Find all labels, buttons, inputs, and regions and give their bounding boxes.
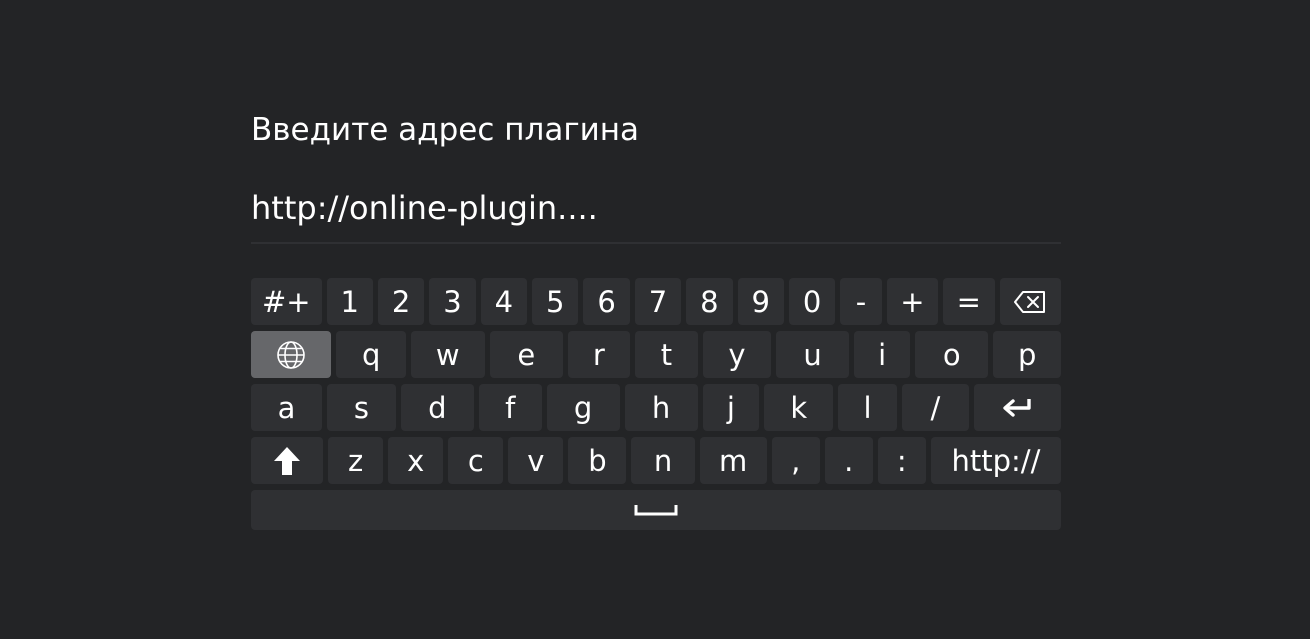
key-minus[interactable]: - (840, 278, 882, 325)
key-http[interactable]: http:// (930, 437, 1062, 484)
keyboard-row-5 (251, 490, 1061, 530)
plugin-address-value: http://online-plugin.... (251, 189, 598, 227)
key-a[interactable]: a (251, 384, 322, 431)
key-u[interactable]: u (775, 331, 850, 378)
key-symbols[interactable]: #+ (251, 278, 322, 325)
key-d[interactable]: d (400, 384, 474, 431)
key-5[interactable]: 5 (532, 278, 579, 325)
key-l[interactable]: l (838, 384, 897, 431)
backspace-icon (1014, 290, 1046, 313)
plugin-address-dialog: Введите адрес плагина http://online-plug… (251, 108, 1062, 530)
key-7[interactable]: 7 (634, 278, 682, 325)
key-i[interactable]: i (854, 331, 910, 378)
key-r[interactable]: r (568, 331, 630, 378)
key-1[interactable]: 1 (326, 278, 373, 325)
keyboard-row-1: #+ 1 2 3 4 5 6 7 8 9 0 - + = (251, 278, 1061, 325)
enter-icon (1001, 396, 1033, 420)
on-screen-keyboard: #+ 1 2 3 4 5 6 7 8 9 0 - + = q w e r t y… (251, 278, 1062, 530)
space-key[interactable] (251, 490, 1061, 530)
key-2[interactable]: 2 (377, 278, 425, 325)
keyboard-row-2: q w e r t y u i o p (251, 331, 1062, 378)
key-3[interactable]: 3 (429, 278, 476, 325)
key-8[interactable]: 8 (686, 278, 733, 325)
key-w[interactable]: w (411, 331, 485, 378)
key-m[interactable]: m (699, 437, 767, 484)
keyboard-row-4: z x c v b n m , . : http:// (251, 437, 1062, 484)
key-q[interactable]: q (336, 331, 407, 378)
key-v[interactable]: v (508, 437, 564, 484)
key-y[interactable]: y (703, 331, 771, 378)
key-h[interactable]: h (624, 384, 698, 431)
key-0[interactable]: 0 (788, 278, 836, 325)
globe-icon (276, 340, 306, 370)
key-n[interactable]: n (631, 437, 695, 484)
key-g[interactable]: g (546, 384, 620, 431)
key-k[interactable]: k (764, 384, 834, 431)
key-o[interactable]: o (914, 331, 989, 378)
plugin-address-input[interactable]: http://online-plugin.... (251, 186, 1061, 244)
backspace-key[interactable] (999, 278, 1061, 325)
key-f[interactable]: f (478, 384, 542, 431)
key-9[interactable]: 9 (737, 278, 784, 325)
key-z[interactable]: z (328, 437, 384, 484)
shift-key[interactable] (251, 437, 324, 484)
key-t[interactable]: t (634, 331, 699, 378)
enter-key[interactable] (973, 384, 1061, 431)
key-equals[interactable]: = (943, 278, 995, 325)
key-period[interactable]: . (824, 437, 873, 484)
key-slash[interactable]: / (901, 384, 969, 431)
key-plus[interactable]: + (886, 278, 939, 325)
key-colon[interactable]: : (877, 437, 926, 484)
plugin-address-screen: Введите адрес плагина http://online-plug… (0, 0, 1310, 639)
shift-icon (273, 446, 301, 476)
key-p[interactable]: p (993, 331, 1062, 378)
key-comma[interactable]: , (771, 437, 820, 484)
key-e[interactable]: e (489, 331, 564, 378)
key-b[interactable]: b (568, 437, 627, 484)
keyboard-row-3: a s d f g h j k l / (251, 384, 1061, 431)
key-4[interactable]: 4 (480, 278, 528, 325)
key-c[interactable]: c (448, 437, 504, 484)
key-x[interactable]: x (388, 437, 444, 484)
key-s[interactable]: s (326, 384, 396, 431)
space-icon (634, 503, 678, 517)
key-j[interactable]: j (702, 384, 760, 431)
dialog-title: Введите адрес плагина (251, 112, 640, 148)
key-6[interactable]: 6 (583, 278, 630, 325)
language-key[interactable] (251, 331, 332, 378)
